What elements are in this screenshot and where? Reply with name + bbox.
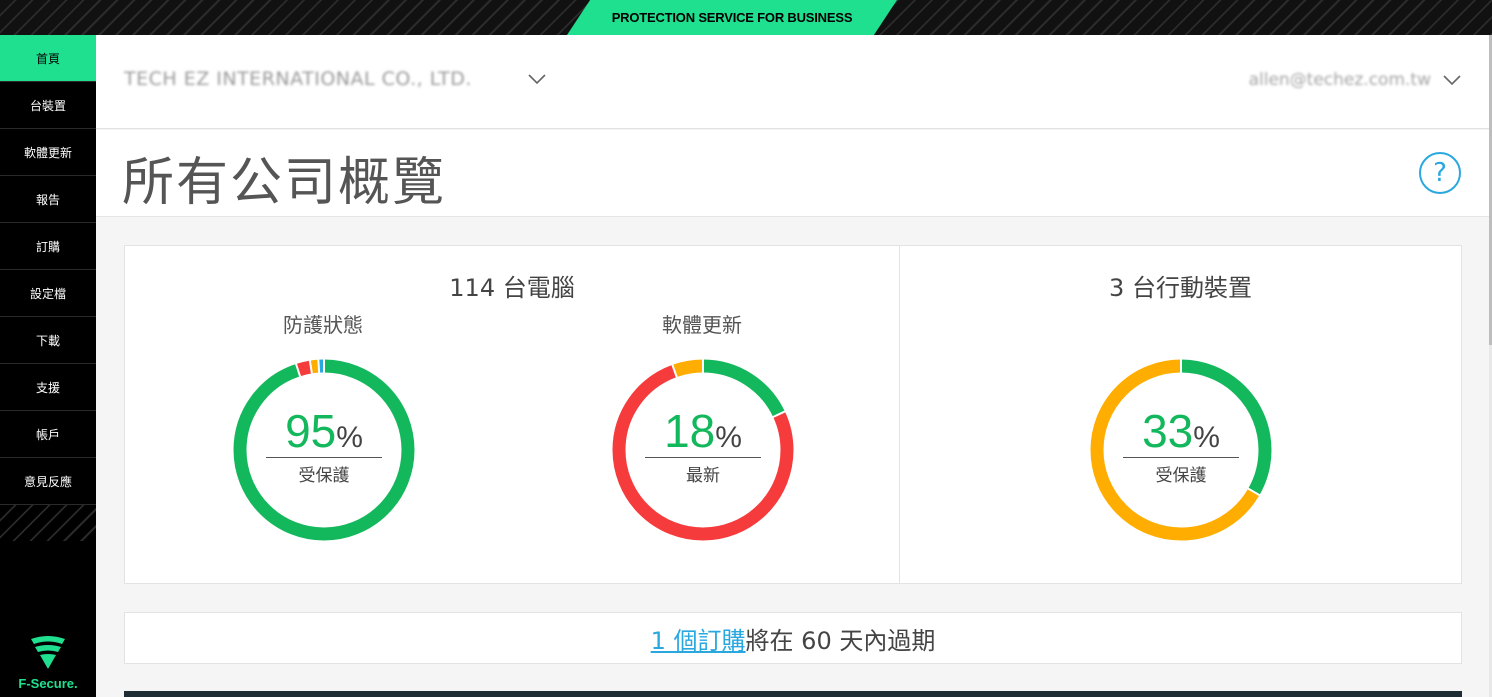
computers-count: 114 台電腦 [449,274,575,302]
sidebar-item-account[interactable]: 帳戶 [0,411,96,458]
title-bar: 所有公司概覽 ? [96,130,1489,217]
top-bar: PROTECTION SERVICE FOR BUSINESS [0,0,1492,35]
help-icon[interactable]: ? [1419,152,1461,194]
subscription-text: 將在 60 天內過期 [745,626,936,655]
sidebar-item-support[interactable]: 支援 [0,364,96,411]
percent-symbol: % [1193,421,1220,454]
percent-symbol: % [336,421,363,454]
page-title: 所有公司概覽 [122,153,447,213]
sidebar-item-profiles[interactable]: 設定檔 [0,270,96,317]
sidebar-item-subscriptions[interactable]: 訂購 [0,223,96,270]
mobile-percent: 33 [1142,405,1194,457]
mobile-count: 3 台行動裝置 [1109,274,1252,302]
sidebar: 首頁 台裝置 軟體更新 報告 訂購 設定檔 下載 支援 帳戶 意見反應 F-Se… [0,35,96,697]
updates-donut[interactable]: 18% 最新 [610,357,796,543]
table-header [124,691,1462,697]
sidebar-item-devices[interactable]: 台裝置 [0,82,96,129]
chevron-down-icon[interactable] [528,73,546,85]
percent-symbol: % [715,421,742,454]
header: TECH EZ INTERNATIONAL CO., LTD. allen@te… [96,35,1489,129]
chevron-down-icon[interactable] [1443,74,1461,86]
mobile-panel: 3 台行動裝置 33% 受保護 [899,245,1462,584]
computers-panel: 114 台電腦 防護狀態 軟體更新 95% 受保護 18% 最新 [124,245,900,584]
protection-percent: 95 [285,405,337,457]
sidebar-item-downloads[interactable]: 下載 [0,317,96,364]
updates-label: 最新 [686,466,720,486]
updates-percent: 18 [664,405,716,457]
fsecure-logo: F-Secure. [0,635,96,691]
product-banner: PROTECTION SERVICE FOR BUSINESS [567,0,897,35]
mobile-label: 受保護 [1155,466,1207,486]
sidebar-item-software-updates[interactable]: 軟體更新 [0,129,96,176]
user-menu-label[interactable]: allen@techez.com.tw [1249,70,1431,90]
protection-status-title: 防護狀態 [283,313,363,337]
sidebar-item-reports[interactable]: 報告 [0,176,96,223]
sidebar-item-home[interactable]: 首頁 [0,35,96,82]
company-selector-label[interactable]: TECH EZ INTERNATIONAL CO., LTD. [124,68,472,90]
subscription-notice: 1 個訂購 將在 60 天內過期 [124,612,1462,664]
sidebar-stripe [0,505,96,541]
logo-text: F-Secure. [18,676,78,691]
protection-donut[interactable]: 95% 受保護 [231,357,417,543]
subscription-link[interactable]: 1 個訂購 [651,621,746,656]
fsecure-shield-icon [31,636,65,669]
banner-text: PROTECTION SERVICE FOR BUSINESS [611,10,853,25]
sidebar-item-feedback[interactable]: 意見反應 [0,458,96,505]
protection-label: 受保護 [298,466,350,486]
mobile-donut[interactable]: 33% 受保護 [1088,357,1274,543]
software-updates-title: 軟體更新 [662,313,742,337]
